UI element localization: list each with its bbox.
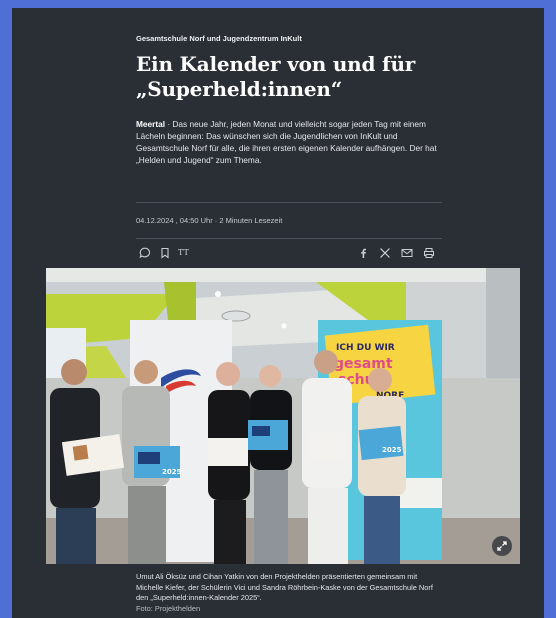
mail-icon[interactable] xyxy=(400,246,414,260)
article-panel: Gesamtschule Norf und Jugendzentrum InKu… xyxy=(12,8,544,618)
person-4 xyxy=(250,365,292,564)
article-lead: Meertal · Das neue Jahr, jeden Monat und… xyxy=(136,118,442,166)
photo-credit: Foto: Projekthelden xyxy=(136,603,201,613)
caption-text: Umut Ali Öksüz und Cihan Yatkin von den … xyxy=(136,572,433,602)
article-toolbar: TT xyxy=(136,246,442,260)
divider-top xyxy=(136,202,442,203)
calendar-2: 2025 xyxy=(134,446,182,478)
article-photo[interactable]: ICH DU WIR gesamt schule NORF xyxy=(46,268,520,564)
photo-caption: Umut Ali Öksüz und Cihan Yatkin von den … xyxy=(136,572,436,614)
comment-icon[interactable] xyxy=(138,246,152,260)
title-line-2: „Superheld:innen“ xyxy=(136,77,343,101)
lead-location: Meertal xyxy=(136,119,166,129)
text-size-icon[interactable]: TT xyxy=(178,246,192,260)
calendar-label-2: 2025 xyxy=(382,446,402,454)
article-kicker: Gesamtschule Norf und Jugendzentrum InKu… xyxy=(136,34,302,43)
expand-icon[interactable] xyxy=(492,536,512,556)
title-line-1: Ein Kalender von und für xyxy=(136,52,416,76)
person-6 xyxy=(358,368,406,564)
banner-text-1: ICH DU WIR xyxy=(336,343,395,353)
calendar-4 xyxy=(248,420,288,450)
article-title: Ein Kalender von und für „Superheld:inne… xyxy=(136,52,442,102)
divider-bottom xyxy=(136,238,442,239)
print-icon[interactable] xyxy=(422,246,436,260)
bookmark-icon[interactable] xyxy=(158,246,172,260)
photo-scene: ICH DU WIR gesamt schule NORF xyxy=(46,268,520,564)
article-meta: 04.12.2024 , 04:50 Uhr · 2 Minuten Lesez… xyxy=(136,216,283,225)
calendar-3 xyxy=(208,438,248,466)
facebook-icon[interactable] xyxy=(356,246,370,260)
calendar-5 xyxy=(308,432,348,460)
lead-text: · Das neue Jahr, jeden Monat und viellei… xyxy=(136,119,437,165)
x-icon[interactable] xyxy=(378,246,392,260)
calendar-label-1: 2025 xyxy=(162,468,182,476)
calendar-6: 2025 xyxy=(358,425,404,461)
